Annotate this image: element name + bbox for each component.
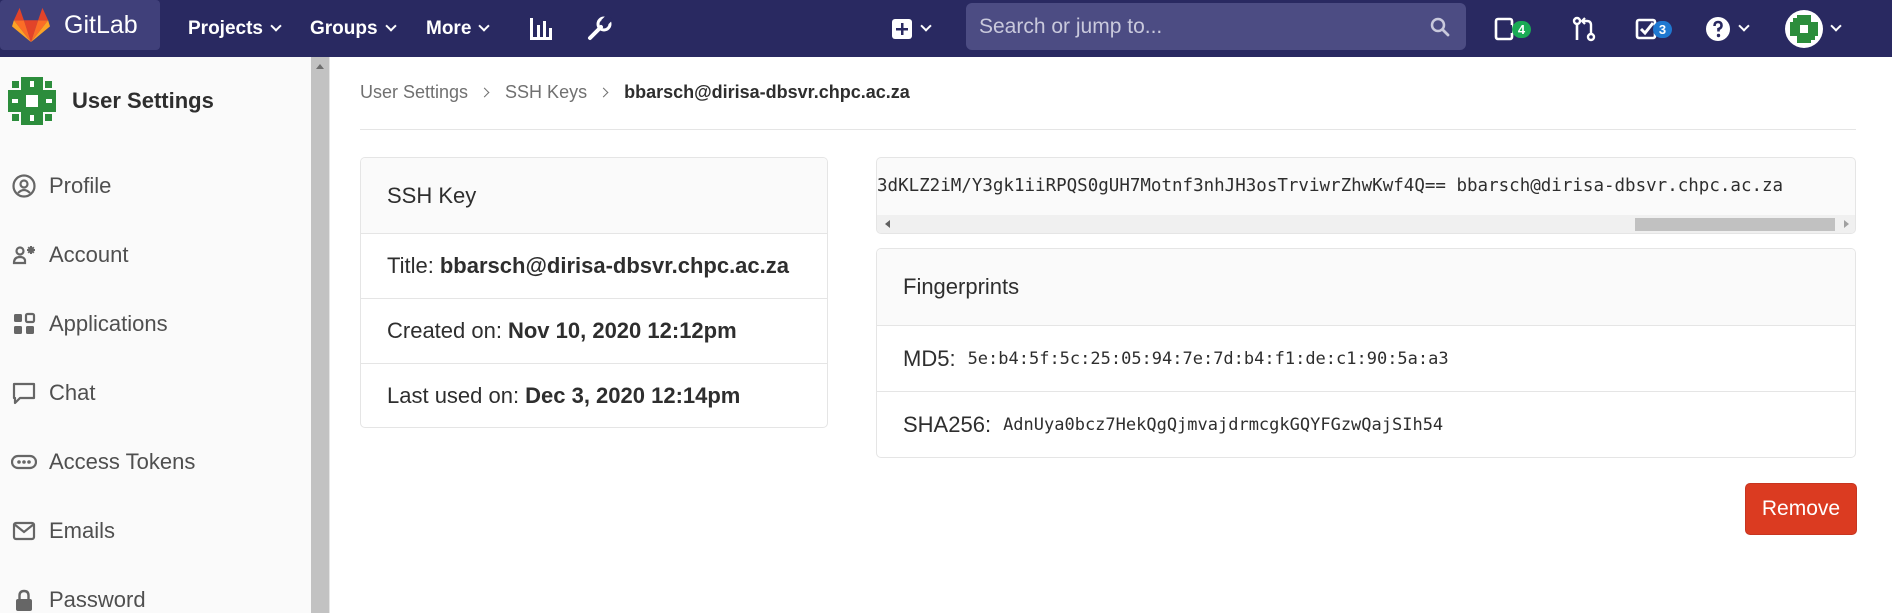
profile-icon: [11, 173, 37, 199]
ssh-key-card-header: SSH Key: [361, 158, 827, 234]
key-last-used-row: Last used on: Dec 3, 2020 12:14pm: [361, 364, 827, 427]
key-created-label: Created on:: [387, 318, 502, 343]
access-tokens-icon: [11, 449, 37, 475]
scroll-right-arrow-icon[interactable]: [1844, 220, 1849, 228]
sidebar-item-account[interactable]: Account: [0, 233, 311, 277]
breadcrumb-current-key[interactable]: bbarsch@dirisa-dbsvr.chpc.ac.za: [624, 82, 910, 103]
bar-chart-icon: [530, 17, 552, 40]
breadcrumb-ssh-keys[interactable]: SSH Keys: [505, 82, 587, 103]
password-icon: [11, 587, 37, 613]
activity-chart-button[interactable]: [528, 0, 554, 57]
key-horizontal-scrollbar[interactable]: [877, 215, 1855, 233]
groups-dropdown[interactable]: Groups: [310, 0, 397, 57]
md5-value: 5e:b4:5f:5c:25:05:94:7e:7d:b4:f1:de:c1:9…: [967, 348, 1449, 369]
chevron-down-icon: [384, 20, 397, 32]
projects-label: Projects: [188, 17, 263, 39]
issues-button[interactable]: 4: [1494, 0, 1531, 57]
search-input[interactable]: Search or jump to...: [966, 3, 1466, 50]
more-dropdown[interactable]: More: [426, 0, 491, 57]
search-placeholder: Search or jump to...: [979, 14, 1163, 38]
sidebar-title: User Settings: [72, 88, 214, 113]
ssh-key-card: SSH Key Title: bbarsch@dirisa-dbsvr.chpc…: [360, 157, 828, 428]
help-icon: [1706, 16, 1730, 41]
key-title-value: bbarsch@dirisa-dbsvr.chpc.ac.za: [439, 253, 790, 278]
sidebar-item-label: Applications: [49, 311, 168, 336]
md5-row: MD5: 5e:b4:5f:5c:25:05:94:7e:7d:b4:f1:de…: [877, 326, 1855, 392]
sidebar-item-label: Chat: [49, 380, 96, 405]
sidebar-item-profile[interactable]: Profile: [0, 164, 311, 208]
key-title-label: Title:: [387, 253, 434, 278]
sidebar-item-access-tokens[interactable]: Access Tokens: [0, 440, 311, 484]
ssh-key-text: 3dKLZ2iM/Y3gk1iiRPQS0gUH7Motnf3nhJH3osTr…: [877, 176, 1784, 196]
sidebar-item-emails[interactable]: Emails: [0, 509, 311, 553]
projects-dropdown[interactable]: Projects: [188, 0, 282, 57]
user-menu-dropdown[interactable]: [1785, 0, 1842, 57]
key-created-row: Created on: Nov 10, 2020 12:12pm: [361, 299, 827, 364]
chevron-down-icon: [478, 20, 491, 32]
sidebar-item-label: Profile: [49, 173, 112, 198]
chevron-down-icon: [920, 20, 932, 32]
scroll-left-arrow-icon[interactable]: [885, 220, 890, 228]
account-icon: [11, 242, 37, 268]
sidebar-item-label: Emails: [49, 518, 116, 543]
todos-button[interactable]: 3: [1635, 0, 1672, 57]
page-right-edge: [1884, 57, 1892, 613]
sidebar-divider: [329, 57, 330, 613]
admin-area-button[interactable]: [586, 0, 612, 57]
remove-key-button[interactable]: Remove: [1745, 483, 1857, 535]
top-navbar: GitLab Projects Groups More Search or ju…: [0, 0, 1892, 57]
emails-icon: [11, 518, 37, 544]
sidebar-item-label: Account: [49, 242, 129, 267]
gitlab-home-link[interactable]: GitLab: [0, 0, 160, 50]
merge-request-icon: [1572, 16, 1596, 41]
chevron-down-icon: [270, 20, 282, 32]
key-title-row: Title: bbarsch@dirisa-dbsvr.chpc.ac.za: [361, 234, 827, 299]
sha256-row: SHA256: AdnUya0bcz7HekQgQjmvajdrmcgkGQYF…: [877, 392, 1855, 457]
search-icon: [1430, 17, 1450, 36]
chevron-right-icon: [598, 87, 609, 98]
sidebar-item-password[interactable]: Password: [0, 578, 311, 613]
md5-label: MD5:: [903, 345, 956, 371]
sidebar-item-applications[interactable]: Applications: [0, 302, 311, 346]
help-dropdown[interactable]: [1705, 0, 1750, 57]
chevron-right-icon: [479, 87, 490, 98]
sidebar-header[interactable]: User Settings: [4, 73, 214, 129]
merge-requests-button[interactable]: [1572, 0, 1596, 57]
user-avatar-icon: [4, 73, 60, 129]
sidebar-scrollbar[interactable]: [311, 57, 329, 613]
sha256-label: SHA256:: [903, 411, 992, 437]
key-last-used-label: Last used on:: [387, 383, 520, 408]
sha256-value: AdnUya0bcz7HekQgQjmvajdrmcgkGQYFGzwQajSI…: [1003, 414, 1444, 435]
issues-count-badge: 4: [1512, 21, 1531, 38]
settings-sidebar: User Settings Profile Account Applicatio…: [0, 57, 311, 613]
applications-icon: [11, 311, 37, 337]
scrollbar-thumb[interactable]: [1635, 218, 1835, 231]
key-created-value: Nov 10, 2020 12:12pm: [507, 318, 737, 343]
gitlab-wordmark: GitLab: [64, 10, 138, 39]
chat-icon: [11, 380, 37, 406]
fingerprints-card: Fingerprints MD5: 5e:b4:5f:5c:25:05:94:7…: [876, 248, 1856, 458]
new-item-dropdown[interactable]: [891, 0, 932, 57]
scroll-up-arrow-icon[interactable]: [316, 64, 324, 69]
user-avatar-icon: [1790, 14, 1818, 43]
chevron-down-icon: [1830, 20, 1842, 32]
breadcrumb: User Settings SSH Keys bbarsch@dirisa-db…: [360, 82, 910, 103]
plus-square-icon: [892, 18, 912, 39]
sidebar-item-label: Password: [49, 587, 146, 612]
wrench-icon: [588, 15, 612, 40]
sidebar-item-chat[interactable]: Chat: [0, 371, 311, 415]
ssh-key-text-box[interactable]: 3dKLZ2iM/Y3gk1iiRPQS0gUH7Motnf3nhJH3osTr…: [876, 157, 1856, 234]
gitlab-logo-icon: [12, 7, 50, 43]
fingerprints-card-header: Fingerprints: [877, 249, 1855, 326]
more-label: More: [426, 17, 472, 39]
sidebar-item-label: Access Tokens: [49, 449, 196, 474]
breadcrumb-divider: [360, 129, 1856, 130]
breadcrumb-user-settings[interactable]: User Settings: [360, 82, 468, 103]
todos-count-badge: 3: [1653, 21, 1672, 38]
avatar: [1785, 9, 1823, 48]
chevron-down-icon: [1738, 20, 1750, 32]
key-last-used-value: Dec 3, 2020 12:14pm: [525, 383, 741, 408]
groups-label: Groups: [310, 17, 378, 39]
